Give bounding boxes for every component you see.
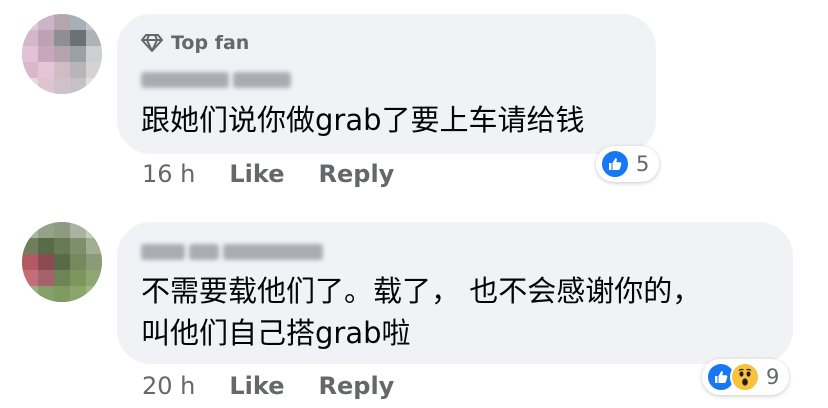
like-button[interactable]: Like [229, 160, 284, 188]
top-fan-badge: Top fan [141, 32, 249, 54]
reaction-summary[interactable]: 9 [702, 359, 790, 395]
comment-text-line-1: 不需要载他们了。载了， 也不会感谢你的， [141, 274, 702, 308]
reaction-count: 9 [766, 365, 780, 389]
reply-button[interactable]: Reply [319, 160, 395, 188]
wow-reaction-icon [730, 362, 760, 392]
avatar[interactable] [22, 14, 102, 94]
reaction-summary[interactable]: 5 [596, 146, 660, 182]
reaction-count: 5 [636, 152, 650, 176]
comment-bubble: 不需要载他们了。载了， 也不会感谢你的， 叫他们自己搭grab啦 [117, 222, 793, 364]
like-reaction-icon [600, 149, 630, 179]
like-button[interactable]: Like [229, 372, 284, 400]
author-name[interactable] [141, 70, 291, 90]
badge-label: Top fan [171, 32, 250, 54]
comment-bubble: Top fan 跟她们说你做grab了要上车请给钱 [117, 14, 656, 154]
reply-button[interactable]: Reply [319, 372, 395, 400]
comment-text-line-2: 叫他们自己搭grab啦 [141, 316, 411, 350]
avatar[interactable] [22, 222, 102, 302]
comment-text: 跟她们说你做grab了要上车请给钱 [141, 103, 585, 137]
comment-timestamp[interactable]: 16 h [142, 160, 195, 188]
comment-meta: 16 h Like Reply [142, 160, 394, 188]
comment-timestamp[interactable]: 20 h [142, 372, 195, 400]
comment-meta: 20 h Like Reply [142, 372, 394, 400]
diamond-icon [141, 34, 163, 52]
author-name[interactable] [141, 242, 323, 262]
